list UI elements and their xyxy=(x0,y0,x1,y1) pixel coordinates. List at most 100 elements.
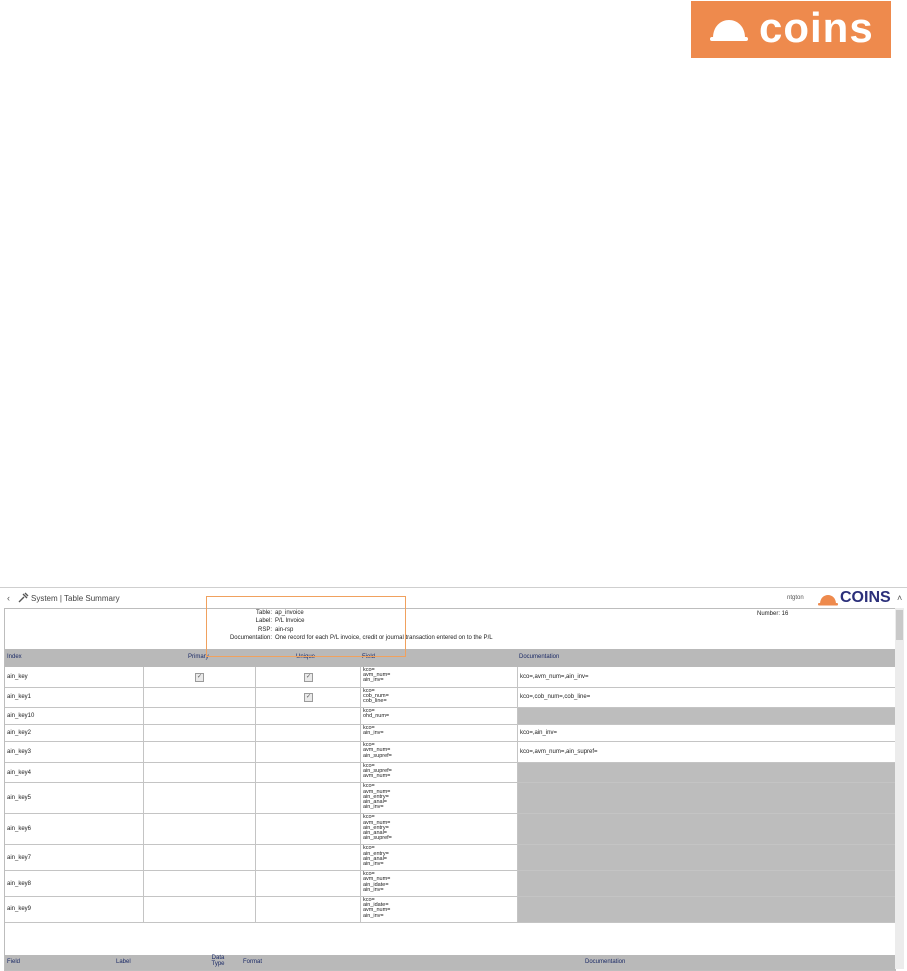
field-cell: kco= ain_entry= ain_anal= ain_inv= xyxy=(361,845,518,871)
header-field-doc: Documentation xyxy=(585,959,626,965)
field-item: ain_inv= xyxy=(363,804,384,811)
field-cell: kco= avm_num= ain_entry= ain_anal= ain_inv= xyxy=(361,783,518,814)
user-name[interactable]: ntgton xyxy=(787,595,804,601)
doc-cell: kco=,cob_num=,cob_line= xyxy=(518,688,895,708)
field-item: ain_inv= xyxy=(363,730,384,737)
field-item: ain_supref= xyxy=(363,752,392,759)
field-header: Field Label Data Type Format Documentati… xyxy=(5,955,895,970)
field-cell: kco= ain_idate= avm_num= ain_inv= xyxy=(361,897,518,922)
field-list: kco= ain_supref= avm_num= xyxy=(363,763,392,780)
doc-cell xyxy=(518,871,895,896)
unique-checkbox: ✓ xyxy=(304,693,313,703)
chevron-up-icon[interactable]: ˄ xyxy=(897,593,902,603)
primary-cell xyxy=(144,783,256,814)
field-item: ain_inv= xyxy=(363,677,384,684)
primary-cell xyxy=(144,708,256,725)
screen-title: System | Table Summary xyxy=(31,594,120,603)
field-list: kco= avm_num= ain_idate= ain_inv= xyxy=(363,871,390,893)
index-name-cell: ain_key7 xyxy=(5,845,144,871)
index-doc: kco=,avm_num=,ain_supref= xyxy=(520,748,598,755)
field-item: ohd_num= xyxy=(363,713,390,720)
field-item: avm_num= xyxy=(363,773,391,780)
header-field-name: Field xyxy=(7,959,21,965)
field-item: ain_inv= xyxy=(363,886,384,893)
back-arrow-icon[interactable]: ‹ xyxy=(7,593,10,603)
coins-logo: coins xyxy=(691,1,891,58)
index-row[interactable]: ain_key7 kco= ain_entry= ain_anal= ain_inv= xyxy=(5,845,895,872)
field-list: kco= ain_inv= xyxy=(363,725,384,737)
index-doc: kco=,cob_num=,cob_line= xyxy=(520,694,591,701)
index-name-cell: ain_key9 xyxy=(5,897,144,922)
unique-cell xyxy=(256,897,361,922)
hard-hat-icon xyxy=(818,595,838,606)
index-row[interactable]: ain_key8 kco= avm_num= ain_idate= ain_inv= xyxy=(5,871,895,897)
index-name-cell: ain_key3 xyxy=(5,742,144,762)
header-format: Format xyxy=(243,959,263,965)
index-name-cell: ain_key xyxy=(5,667,144,687)
index-row[interactable]: ain_key ✓ ✓ kco= avm_num= ain_inv= kco=,avm_nu… xyxy=(5,667,895,688)
unique-cell xyxy=(256,742,361,762)
unique-cell: ✓ xyxy=(256,687,361,708)
index-name: ain_key1 xyxy=(7,694,32,701)
index-row[interactable]: ain_key3 kco= avm_num= ain_supref= kco=,avm_… xyxy=(5,742,895,763)
vertical-scrollbar[interactable] xyxy=(895,608,904,969)
field-cell: kco= ain_inv= xyxy=(361,725,518,742)
doc-cell: kco=,avm_num=,ain_inv= xyxy=(518,667,895,687)
unique-cell xyxy=(256,762,361,783)
unique-cell xyxy=(256,783,361,814)
field-cell: kco= avm_num= ain_supref= xyxy=(361,742,518,762)
header-documentation: Documentation xyxy=(519,654,560,660)
field-list: kco= avm_num= ain_supref= xyxy=(363,742,392,759)
unique-checkbox: ✓ xyxy=(304,672,313,682)
field-item: ain_inv= xyxy=(363,861,384,867)
primary-cell xyxy=(144,897,256,922)
index-row[interactable]: ain_key4 kco= ain_supref= avm_num= xyxy=(5,762,895,784)
primary-cell xyxy=(144,725,256,742)
index-row[interactable]: ain_key10 kco= ohd_num= xyxy=(5,708,895,726)
field-cell: kco= ain_supref= avm_num= xyxy=(361,762,518,783)
index-name: ain_key10 xyxy=(7,713,35,720)
index-row[interactable]: ain_key1 ✓ kco= cob_num= cob_line= kco=,cob_n… xyxy=(5,687,895,709)
index-doc: kco=,ain_inv= xyxy=(520,730,558,737)
index-row[interactable]: ain_key6 kco= avm_num= ain_entry= ain_anal= a… xyxy=(5,814,895,846)
table-summary-screen: ‹ System | Table Summary ntgton COINS ˄ … xyxy=(0,587,907,971)
field-list: kco= ain_entry= ain_anal= ain_inv= xyxy=(363,846,389,867)
doc-cell: kco=,ain_inv= xyxy=(518,725,895,741)
primary-cell xyxy=(144,871,256,896)
summary-panel: Table: ap_invoice Label: P/L Invoice RSP… xyxy=(4,608,896,971)
index-name: ain_key6 xyxy=(7,826,32,833)
table-number: Number: 16 xyxy=(757,611,789,617)
index-row[interactable]: ain_key2 kco= ain_inv= kco=,ain_inv= xyxy=(5,725,895,743)
unique-cell xyxy=(256,708,361,725)
title-bar: ‹ System | Table Summary ntgton COINS ˄ xyxy=(0,588,907,609)
index-name: ain_key7 xyxy=(7,854,32,861)
header-datatype: Data Type xyxy=(211,955,225,967)
index-name: ain_key xyxy=(7,673,28,680)
field-list: kco= avm_num= ain_entry= ain_anal= ain_inv= xyxy=(363,784,390,811)
index-name-cell: ain_key2 xyxy=(5,725,144,742)
index-name-cell: ain_key5 xyxy=(5,783,144,814)
index-name: ain_key3 xyxy=(7,748,32,755)
brand-name: coins xyxy=(759,4,874,51)
index-name: ain_key2 xyxy=(7,730,32,737)
index-row[interactable]: ain_key9 kco= ain_idate= avm_num= ain_inv= xyxy=(5,897,895,923)
field-item: cob_line= xyxy=(363,698,387,704)
highlight-box xyxy=(206,596,406,657)
scroll-thumb[interactable] xyxy=(896,610,903,640)
index-name: ain_key5 xyxy=(7,795,32,802)
field-list: kco= avm_num= ain_inv= xyxy=(363,667,390,684)
doc-cell xyxy=(518,708,895,725)
index-doc: kco=,avm_num=,ain_inv= xyxy=(520,673,589,680)
field-list: kco= ohd_num= xyxy=(363,708,390,720)
field-cell: kco= avm_num= ain_inv= xyxy=(361,667,518,687)
field-item: ain_supref= xyxy=(363,835,392,842)
index-row[interactable]: ain_key5 kco= avm_num= ain_entry= ain_anal= a… xyxy=(5,783,895,815)
doc-cell xyxy=(518,783,895,814)
doc-cell xyxy=(518,762,895,783)
index-name-cell: ain_key10 xyxy=(5,708,144,725)
index-name: ain_key8 xyxy=(7,880,32,887)
primary-cell: ✓ xyxy=(144,667,256,687)
field-cell: kco= avm_num= ain_idate= ain_inv= xyxy=(361,871,518,896)
primary-cell xyxy=(144,742,256,762)
field-list: kco= avm_num= ain_entry= ain_anal= ain_supre… xyxy=(363,815,392,842)
